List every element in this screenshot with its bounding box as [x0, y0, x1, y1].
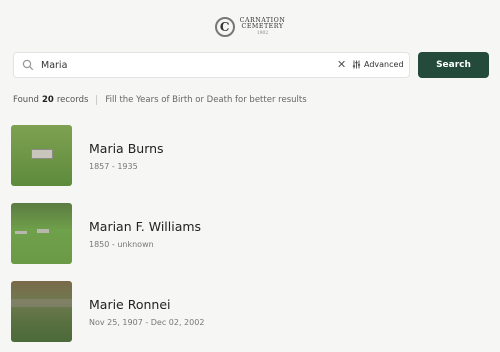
- list-item[interactable]: Maria Burns 1857 - 1935: [11, 125, 164, 186]
- found-suffix: records: [56, 95, 89, 105]
- list-item[interactable]: Marie Ronnei Nov 25, 1907 - Dec 02, 2002: [11, 281, 204, 342]
- list-item[interactable]: Marian F. Williams 1850 - unknown: [11, 203, 201, 264]
- results-summary: Found 20 records Fill the Years of Birth…: [13, 95, 307, 105]
- filter-sliders-icon: [352, 60, 361, 69]
- cemetery-logo-text[interactable]: CARNATION CEMETERY 1902: [240, 17, 286, 36]
- advanced-label: Advanced: [364, 60, 404, 69]
- divider: [96, 95, 98, 105]
- logo-line-2: CEMETERY: [241, 23, 284, 31]
- advanced-filter-button[interactable]: Advanced: [352, 60, 404, 69]
- close-icon[interactable]: ✕: [337, 58, 346, 71]
- search-value: Maria: [41, 60, 68, 71]
- record-name[interactable]: Maria Burns: [89, 141, 164, 156]
- cemetery-logo-mark[interactable]: C: [214, 17, 235, 37]
- record-dates: 1850 - unknown: [89, 239, 154, 249]
- logo-year: 1902: [256, 30, 269, 36]
- record-dates: 1857 - 1935: [89, 161, 138, 171]
- search-button[interactable]: Search: [418, 52, 489, 78]
- search-icon: [22, 59, 34, 71]
- record-name[interactable]: Marie Ronnei: [89, 297, 204, 312]
- grave-photo[interactable]: [11, 125, 72, 186]
- record-name[interactable]: Marian F. Williams: [89, 219, 201, 234]
- results-count: 20: [41, 95, 54, 105]
- search-input[interactable]: Maria ✕ Advanced: [13, 52, 410, 78]
- grave-photo[interactable]: [11, 281, 72, 342]
- found-prefix: Found: [13, 95, 39, 105]
- site-header: C CARNATION CEMETERY 1902: [0, 10, 500, 44]
- record-dates: Nov 25, 1907 - Dec 02, 2002: [89, 317, 205, 327]
- grave-photo[interactable]: [11, 203, 72, 264]
- search-hint: Fill the Years of Birth or Death for bet…: [105, 95, 307, 105]
